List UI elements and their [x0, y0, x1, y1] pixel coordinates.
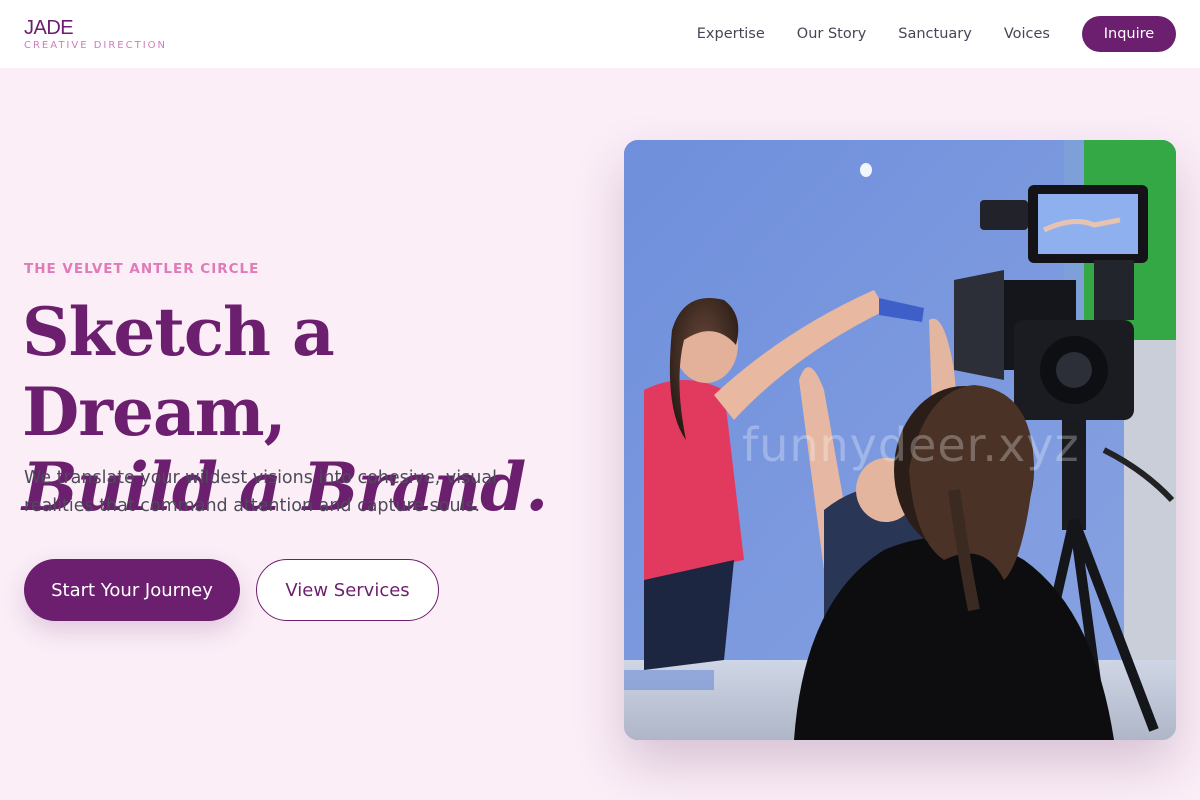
hero-eyebrow: THE VELVET ANTLER CIRCLE: [24, 261, 260, 277]
view-services-button[interactable]: View Services: [256, 559, 439, 621]
nav-link-voices[interactable]: Voices: [1004, 26, 1050, 42]
image-watermark: funnydeer.xyz: [742, 418, 1080, 472]
main-nav: Expertise Our Story Sanctuary Voices Inq…: [665, 16, 1176, 52]
start-journey-button[interactable]: Start Your Journey: [24, 559, 240, 621]
headline-line-1: Sketch a Dream,: [22, 293, 335, 451]
hero-description: We translate your wildest visions into c…: [24, 468, 497, 516]
brand-logo[interactable]: JADE CREATIVE DIRECTION: [24, 17, 167, 52]
nav-link-sanctuary[interactable]: Sanctuary: [898, 26, 972, 42]
site-header: JADE CREATIVE DIRECTION Expertise Our St…: [0, 0, 1200, 68]
brand-name: JADE: [24, 16, 74, 39]
hero-image: funnydeer.xyz: [624, 140, 1176, 740]
brand-tagline: CREATIVE DIRECTION: [24, 39, 168, 51]
nav-link-our-story[interactable]: Our Story: [797, 26, 866, 42]
nav-link-expertise[interactable]: Expertise: [697, 26, 765, 42]
inquire-button[interactable]: Inquire: [1082, 16, 1176, 52]
